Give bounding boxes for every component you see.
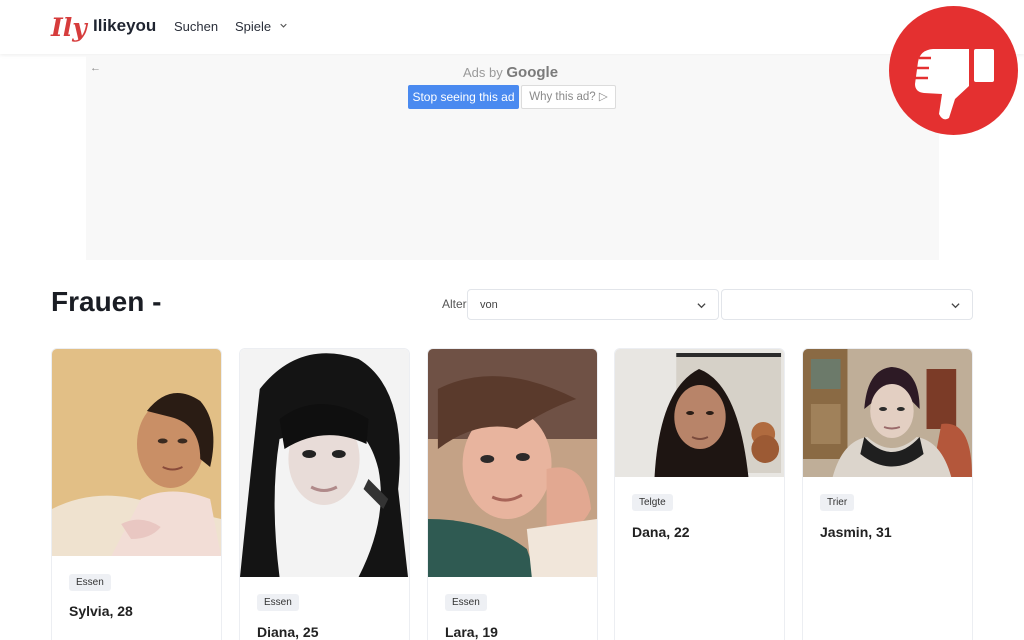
city-tag: Essen: [445, 594, 487, 611]
city-tag: Trier: [820, 494, 855, 511]
profile-card[interactable]: Essen Lara, 19: [427, 348, 598, 640]
profile-name[interactable]: Sylvia, 28: [69, 603, 133, 619]
profile-card[interactable]: Trier Jasmin, 31: [802, 348, 973, 640]
profile-name[interactable]: Jasmin, 31: [820, 524, 892, 540]
city-tag: Essen: [257, 594, 299, 611]
age-to-select[interactable]: [721, 289, 973, 320]
logo-mark[interactable]: Ily: [50, 6, 90, 46]
age-from-value: von: [480, 299, 498, 311]
city-tag: Essen: [69, 574, 111, 591]
chevron-down-icon: [697, 303, 706, 309]
why-this-ad-button[interactable]: Why this ad? ▷: [521, 85, 616, 109]
profile-card[interactable]: Essen Diana, 25: [239, 348, 410, 640]
profile-photo[interactable]: [52, 349, 221, 556]
profile-photo[interactable]: [240, 349, 409, 577]
profile-photo[interactable]: [428, 349, 597, 577]
ad-container: ← Ads by Google Stop seeing this ad Why …: [86, 56, 939, 260]
stop-seeing-ad-button[interactable]: Stop seeing this ad: [408, 85, 519, 109]
ads-by-google: Ads by Google: [463, 64, 558, 81]
profile-name[interactable]: Diana, 25: [257, 624, 318, 640]
profile-name[interactable]: Dana, 22: [632, 524, 690, 540]
chevron-down-icon: [280, 23, 287, 28]
top-navigation-bar: Ily Ilikeyou Suchen Spiele: [0, 0, 1024, 54]
thumbs-down-badge: [889, 6, 1018, 135]
thumbs-down-icon: [915, 49, 994, 120]
profile-photo[interactable]: [803, 349, 972, 477]
google-wordmark: Google: [506, 64, 559, 81]
ad-back-arrow-icon[interactable]: ←: [90, 62, 101, 74]
ads-by-label: Ads by: [463, 65, 503, 80]
profile-name[interactable]: Lara, 19: [445, 624, 498, 640]
nav-spiele[interactable]: Spiele: [235, 19, 287, 34]
age-from-select[interactable]: von: [467, 289, 719, 320]
nav-suchen[interactable]: Suchen: [174, 19, 218, 34]
profile-card[interactable]: Essen Sylvia, 28: [51, 348, 222, 640]
nav-spiele-label: Spiele: [235, 19, 272, 34]
page-title: Frauen -: [51, 286, 162, 317]
brand-name[interactable]: Ilikeyou: [93, 16, 156, 36]
profile-card[interactable]: Telgte Dana, 22: [614, 348, 785, 640]
city-tag: Telgte: [632, 494, 673, 511]
profile-photo[interactable]: [615, 349, 784, 477]
chevron-down-icon: [951, 303, 960, 309]
svg-text:Ily: Ily: [50, 13, 88, 42]
age-filter-label: Alter: [442, 297, 467, 311]
